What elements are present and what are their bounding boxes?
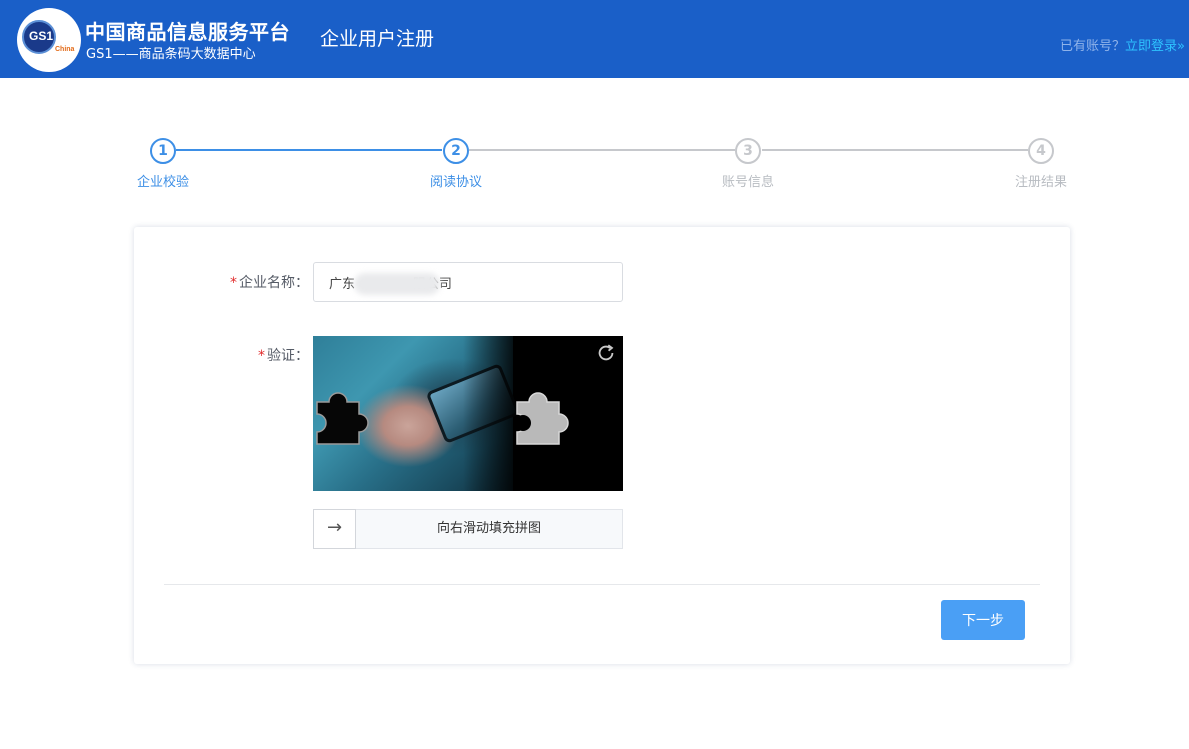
captcha-label-text: 验证： (267, 348, 309, 364)
puzzle-piece-icon (316, 392, 369, 445)
required-mark: * (230, 275, 237, 291)
step-4-circle: 4 (1028, 138, 1054, 164)
redaction-mask (354, 273, 440, 295)
logo-globe-icon: GS1 (22, 20, 56, 54)
next-step-button[interactable]: 下一步 (941, 600, 1025, 640)
login-link[interactable]: 立即登录» (1125, 39, 1185, 54)
logo-text: GS1 (29, 29, 54, 43)
captcha-puzzle-image (313, 336, 623, 491)
step-2-label: 阅读协议 (429, 175, 482, 190)
captcha-slider-track[interactable]: → 向右滑动填充拼图 (313, 509, 623, 549)
step-1-label: 企业校验 (136, 175, 189, 190)
logo-sub-text: China (55, 46, 75, 53)
step-3-circle: 3 (735, 138, 761, 164)
brand-title: 中国商品信息服务平台 (85, 20, 290, 44)
captcha-photo-fade (463, 336, 523, 491)
login-question: 已有账号？ (1060, 39, 1126, 54)
registration-form-card: *企业名称： *验证： → 向右滑动填充拼图 下一步 (134, 227, 1070, 664)
captcha-label: * 验证： (258, 345, 309, 365)
form-divider (164, 584, 1040, 585)
slider-handle-arrow-icon[interactable]: → (313, 509, 356, 549)
company-name-label: * 企业名称： (230, 272, 309, 292)
step-1-circle: 1 (150, 138, 176, 164)
registration-steps: 1 企业校验 2 阅读协议 3 账号信息 4 注册结果 (0, 138, 1189, 198)
puzzle-slot-icon (515, 392, 569, 445)
company-name-label-text: 企业名称： (239, 275, 309, 291)
top-header: GS1 China 中国商品信息服务平台 GS1——商品条码大数据中心 企业用户… (0, 0, 1189, 78)
login-prompt: 已有账号？立即登录» (1060, 35, 1185, 54)
step-connector (762, 149, 1028, 151)
page-title: 企业用户注册 (320, 28, 435, 50)
step-2-circle: 2 (443, 138, 469, 164)
step-connector (176, 149, 442, 151)
gs1-logo: GS1 China (17, 8, 81, 72)
refresh-icon[interactable] (595, 342, 617, 364)
slider-hint-text: 向右滑动填充拼图 (436, 521, 541, 536)
step-connector (469, 149, 735, 151)
required-mark: * (258, 348, 265, 364)
brand-subtitle: GS1——商品条码大数据中心 (86, 47, 256, 62)
step-3-label: 账号信息 (721, 175, 774, 190)
step-4-label: 注册结果 (1014, 175, 1067, 190)
